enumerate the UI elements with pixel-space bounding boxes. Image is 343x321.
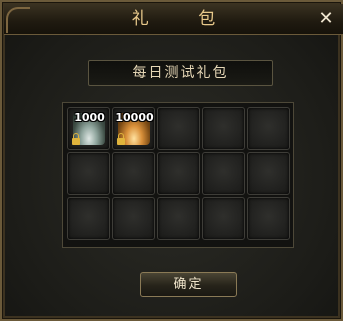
lock-icon	[117, 133, 125, 145]
empty-slot[interactable]	[202, 107, 245, 150]
empty-slot[interactable]	[112, 197, 155, 240]
lock-icon	[72, 133, 80, 145]
item-quantity: 1000	[74, 111, 105, 124]
window-title: 礼 包	[131, 9, 238, 29]
item-grid: 1000 10000	[62, 102, 294, 248]
empty-slot[interactable]	[157, 107, 200, 150]
gift-name: 每日测试礼包	[88, 60, 273, 86]
item-slot-2[interactable]: 10000	[112, 107, 155, 150]
item-slot-1[interactable]: 1000	[67, 107, 110, 150]
item-quantity: 10000	[115, 111, 154, 124]
empty-slot[interactable]	[157, 152, 200, 195]
empty-slot[interactable]	[247, 107, 290, 150]
empty-slot[interactable]	[202, 197, 245, 240]
empty-slot[interactable]	[247, 152, 290, 195]
empty-slot[interactable]	[112, 152, 155, 195]
confirm-button[interactable]: 确定	[140, 272, 237, 297]
empty-slot[interactable]	[67, 197, 110, 240]
title-bar[interactable]: 礼 包 ✕	[4, 4, 343, 35]
empty-slot[interactable]	[202, 152, 245, 195]
empty-slot[interactable]	[67, 152, 110, 195]
empty-slot[interactable]	[157, 197, 200, 240]
gift-pack-window: 礼 包 ✕ 每日测试礼包 1000 10000 确定	[0, 0, 343, 321]
empty-slot[interactable]	[247, 197, 290, 240]
close-button[interactable]: ✕	[315, 8, 337, 30]
